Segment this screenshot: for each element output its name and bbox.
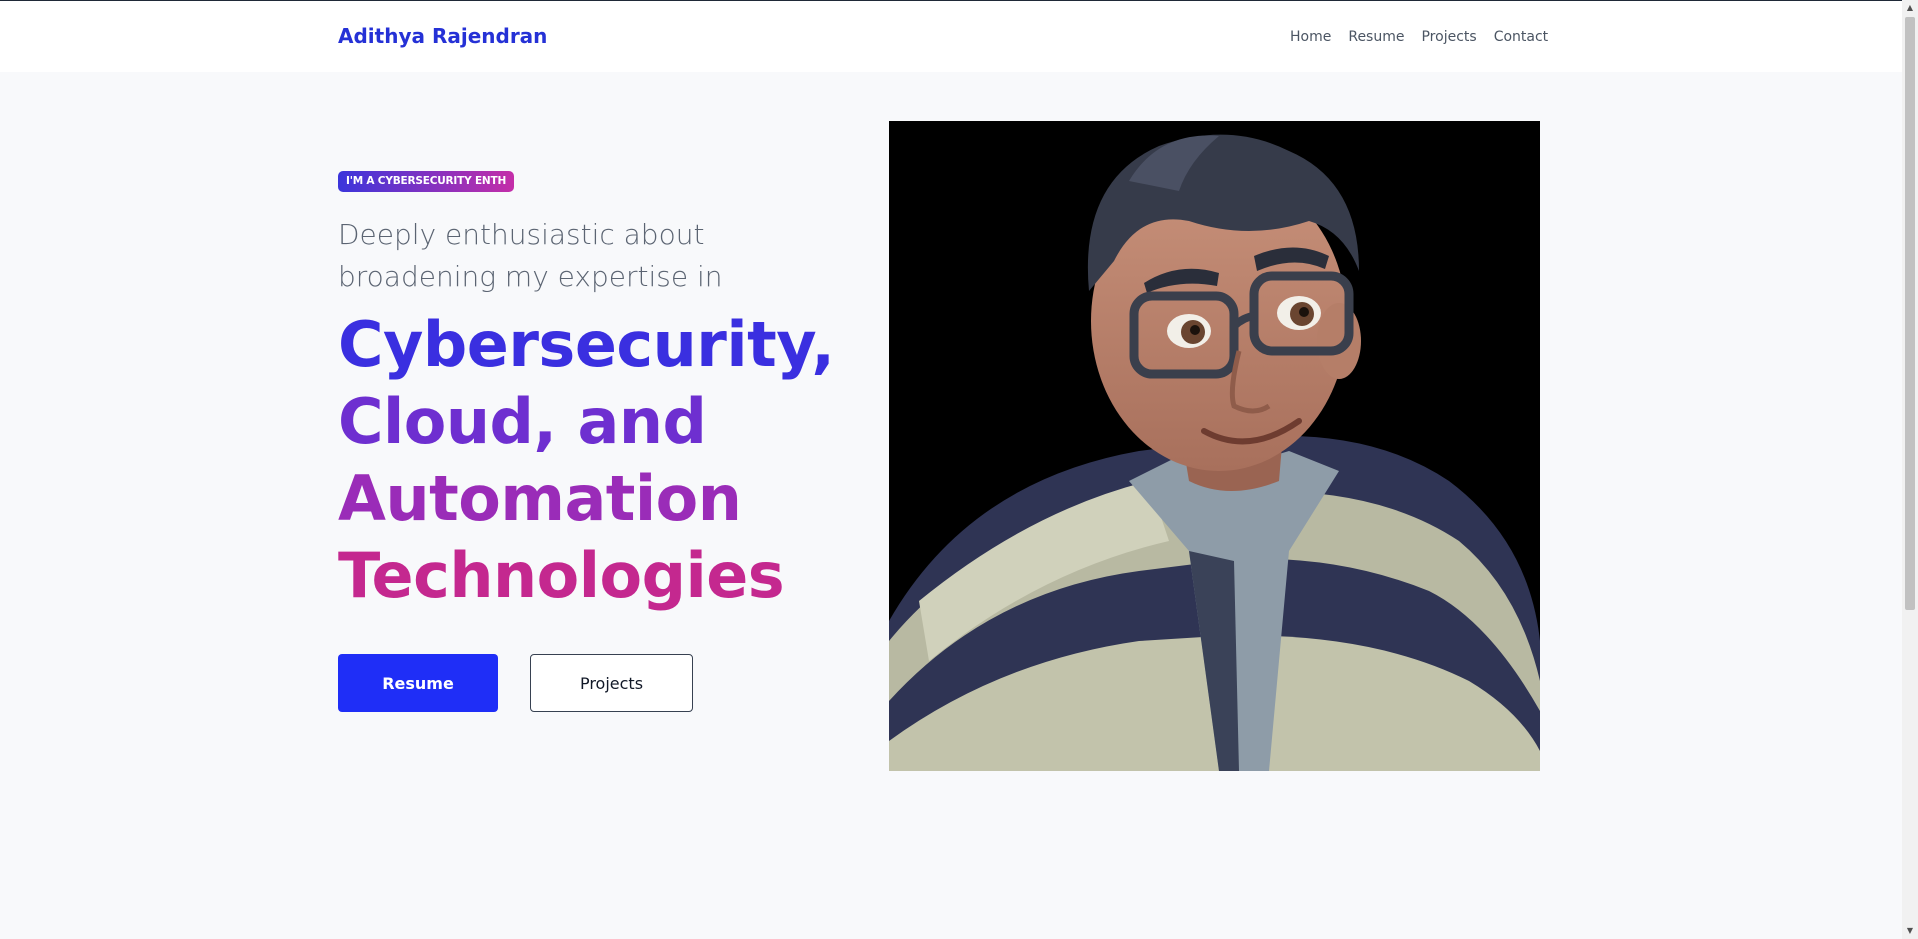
- role-badge: I'M A CYBERSECURITY ENTH: [338, 171, 515, 192]
- hero-text: I'M A CYBERSECURITY ENTH Deeply enthusia…: [338, 169, 838, 614]
- projects-button[interactable]: Projects: [530, 654, 693, 712]
- headline-line: Cloud, and: [338, 385, 707, 458]
- main-nav: Home Resume Projects Contact: [1290, 29, 1548, 45]
- avatar-portrait-image: [889, 121, 1540, 771]
- headline-line: Automation: [338, 462, 742, 535]
- scrollbar-thumb[interactable]: [1905, 17, 1915, 610]
- triangle-down-icon[interactable]: ▼: [1902, 923, 1918, 939]
- headline-line: Cybersecurity,: [338, 308, 835, 381]
- hero-buttons: Resume Projects: [338, 654, 693, 712]
- resume-button[interactable]: Resume: [338, 654, 498, 712]
- page: Adithya Rajendran Home Resume Projects C…: [0, 0, 1918, 939]
- nav-home-link[interactable]: Home: [1290, 29, 1331, 45]
- site-header: Adithya Rajendran Home Resume Projects C…: [0, 1, 1902, 72]
- nav-resume-link[interactable]: Resume: [1348, 29, 1404, 45]
- headline-line: Technologies: [338, 539, 785, 612]
- hero-headline: Cybersecurity, Cloud, and Automation Tec…: [338, 306, 838, 614]
- hero-intro: Deeply enthusiastic about broadening my …: [338, 218, 723, 293]
- avatar-illustration: [889, 134, 1540, 771]
- brand-logo-text[interactable]: Adithya Rajendran: [338, 24, 547, 48]
- nav-contact-link[interactable]: Contact: [1494, 29, 1548, 45]
- triangle-up-icon[interactable]: ▲: [1902, 0, 1918, 16]
- vertical-scrollbar[interactable]: ▲ ▼: [1902, 0, 1918, 939]
- nav-projects-link[interactable]: Projects: [1421, 29, 1476, 45]
